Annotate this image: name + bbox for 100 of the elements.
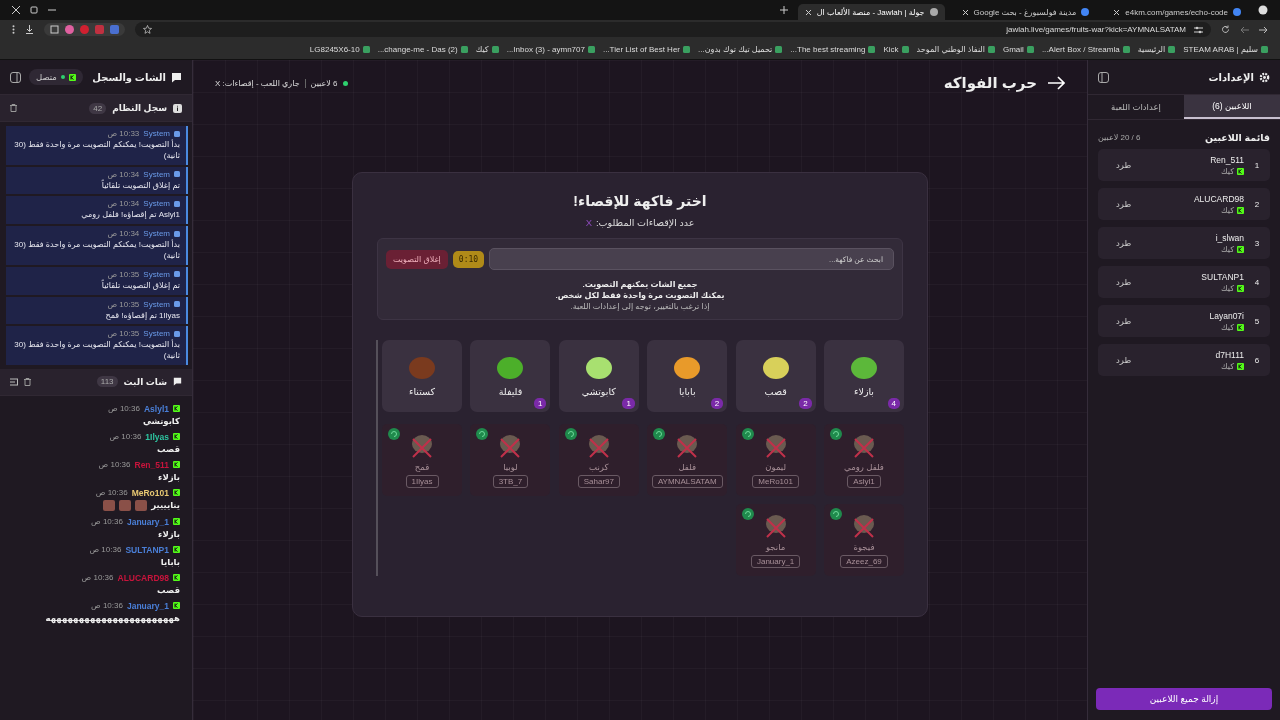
- kick-button[interactable]: طرد: [1110, 276, 1138, 288]
- game-state: جاري اللعب - إقصاءات: X: [215, 78, 300, 88]
- vote-title: اختر فاكهة للإقصاء!: [573, 193, 707, 209]
- favicon-icon: [1081, 8, 1090, 16]
- restore-icon[interactable]: [741, 428, 754, 440]
- bookmark[interactable]: النفاذ الوطني الموحد: [916, 44, 995, 54]
- vote-note: يمكنك التصويت مرة واحدة فقط لكل شخص.: [555, 291, 725, 300]
- bookmark[interactable]: (2) change-me - Das...: [377, 44, 468, 54]
- platform-icon: [173, 461, 180, 469]
- close-icon[interactable]: [804, 8, 812, 16]
- fruit-name: بابايا: [678, 385, 696, 397]
- favicon-icon: [1026, 45, 1034, 53]
- username[interactable]: January_1: [126, 600, 169, 611]
- trash-icon[interactable]: [24, 377, 31, 386]
- forward-arrow-icon[interactable]: [1240, 25, 1249, 34]
- game-title: حرب الفواكه: [943, 74, 1037, 92]
- bookmark[interactable]: Gmail: [1003, 44, 1034, 54]
- new-tab-icon[interactable]: [779, 6, 788, 14]
- chat-message: هههههههههههههههههههههههه: [45, 612, 180, 623]
- fruit-name: كرنب: [589, 461, 609, 472]
- menu-icon[interactable]: [12, 25, 15, 35]
- section-title: شات البث: [123, 376, 167, 387]
- browser-tab[interactable]: مدينة فولسبورغ - بحث Google: [954, 4, 1097, 20]
- kick-button[interactable]: طرد: [1110, 159, 1138, 171]
- username[interactable]: 1Ilyas: [145, 431, 169, 442]
- settings-tab[interactable]: إعدادات اللعبة: [1088, 95, 1184, 119]
- sender-name: System: [143, 269, 170, 279]
- address-bar[interactable]: jawlah.live/games/fruits-war?kick=AYMNALSATAM: [135, 22, 1211, 38]
- browser-tab[interactable]: e4km.com/games/echo-code: [1106, 4, 1248, 20]
- list-icon[interactable]: [10, 377, 18, 386]
- restore-icon[interactable]: [388, 428, 401, 440]
- star-icon[interactable]: [143, 25, 152, 35]
- count-badge: 42: [89, 102, 107, 114]
- required-value: X: [585, 217, 592, 228]
- close-icon[interactable]: [961, 8, 969, 16]
- bookmark[interactable]: Inbox (3) - aymn707...: [506, 44, 595, 54]
- kick-button[interactable]: طرد: [1110, 198, 1138, 210]
- close-icon[interactable]: [12, 6, 20, 14]
- username[interactable]: Aslyl1: [143, 403, 169, 414]
- player-name: Ren_511: [1210, 154, 1244, 165]
- favicon-icon: [901, 45, 909, 53]
- platform-icon: [1237, 284, 1244, 292]
- restore-icon[interactable]: [30, 6, 38, 14]
- fruit-card[interactable]: كستناء: [382, 340, 463, 412]
- collapse-panel-icon[interactable]: [1098, 71, 1109, 83]
- timestamp: 10:35 ص: [107, 299, 140, 309]
- restore-icon[interactable]: [476, 428, 489, 440]
- status-dot: [342, 80, 348, 86]
- close-icon[interactable]: [1113, 8, 1121, 16]
- log-message: بدأ التصويت! يمكنكم التصويت مرة واحدة فقط (30 ثانية): [13, 340, 180, 362]
- bookmark[interactable]: Kick: [883, 44, 909, 54]
- restore-icon[interactable]: [830, 428, 842, 440]
- bookmark[interactable]: كيك: [475, 44, 499, 54]
- bookmark[interactable]: LG8245X6-10: [309, 44, 370, 54]
- fruit-name: لوبيا: [503, 461, 518, 472]
- kick-button[interactable]: طرد: [1110, 315, 1138, 327]
- username[interactable]: MeRo101: [131, 487, 169, 498]
- close-vote-button[interactable]: إغلاق التصويت: [386, 249, 448, 269]
- bookmark[interactable]: تحميل تيك توك بدون...: [698, 44, 783, 54]
- download-icon[interactable]: [25, 25, 34, 35]
- bookmark[interactable]: سليم | STEAM ARAB: [1183, 44, 1268, 54]
- kick-button[interactable]: طرد: [1110, 354, 1138, 366]
- player-tag: Aslyl1: [847, 474, 881, 488]
- back-arrow-icon[interactable]: [1259, 25, 1268, 34]
- restore-icon[interactable]: [653, 428, 666, 440]
- timer: 0:10: [452, 250, 485, 268]
- reload-icon[interactable]: [1221, 25, 1230, 35]
- restore-icon[interactable]: [564, 428, 577, 440]
- sender-name: System: [143, 199, 170, 209]
- bookmark[interactable]: الرئيسية: [1137, 44, 1176, 54]
- remove-all-button[interactable]: إزالة جميع اللاعبين: [1096, 688, 1272, 710]
- browser-tab[interactable]: جولة | Jawlah - منصة الألعاب ال: [797, 4, 945, 20]
- site-settings-icon[interactable]: [1194, 25, 1203, 34]
- restore-icon[interactable]: [741, 508, 754, 520]
- bot-icon: [174, 230, 180, 237]
- panel-title: الشات والسجل: [92, 71, 166, 83]
- status-label: متصل: [36, 72, 57, 82]
- kick-button[interactable]: طرد: [1110, 237, 1138, 249]
- settings-tab[interactable]: اللاعبين (6): [1184, 95, 1280, 119]
- platform-label: كيك: [1221, 244, 1234, 254]
- minimize-icon[interactable]: [48, 6, 56, 14]
- favicon-icon: [868, 45, 876, 53]
- player-tag: 3TB_7: [492, 474, 529, 488]
- player-rank: 3: [1253, 238, 1261, 248]
- platform-icon: [1237, 167, 1244, 175]
- bookmark[interactable]: Tier List of Best Her...: [602, 44, 690, 54]
- bookmark[interactable]: The best streaming...: [790, 44, 876, 54]
- emote-placeholder: [135, 499, 148, 511]
- trash-icon[interactable]: [10, 104, 17, 112]
- timestamp: 10:36 ص: [91, 601, 123, 611]
- timestamp: 10:36 ص: [91, 517, 123, 527]
- bookmark[interactable]: Alert Box / Streamla...: [1041, 44, 1130, 54]
- collapse-panel-icon[interactable]: [10, 71, 21, 83]
- chat-message: قصب: [157, 443, 180, 454]
- username[interactable]: January_1: [126, 516, 169, 527]
- platform-icon: [173, 405, 180, 413]
- username[interactable]: SULTANP1: [125, 544, 169, 555]
- timestamp: 10:36 ص: [108, 404, 140, 414]
- restore-icon[interactable]: [830, 508, 842, 520]
- profile-icon[interactable]: [1258, 5, 1268, 15]
